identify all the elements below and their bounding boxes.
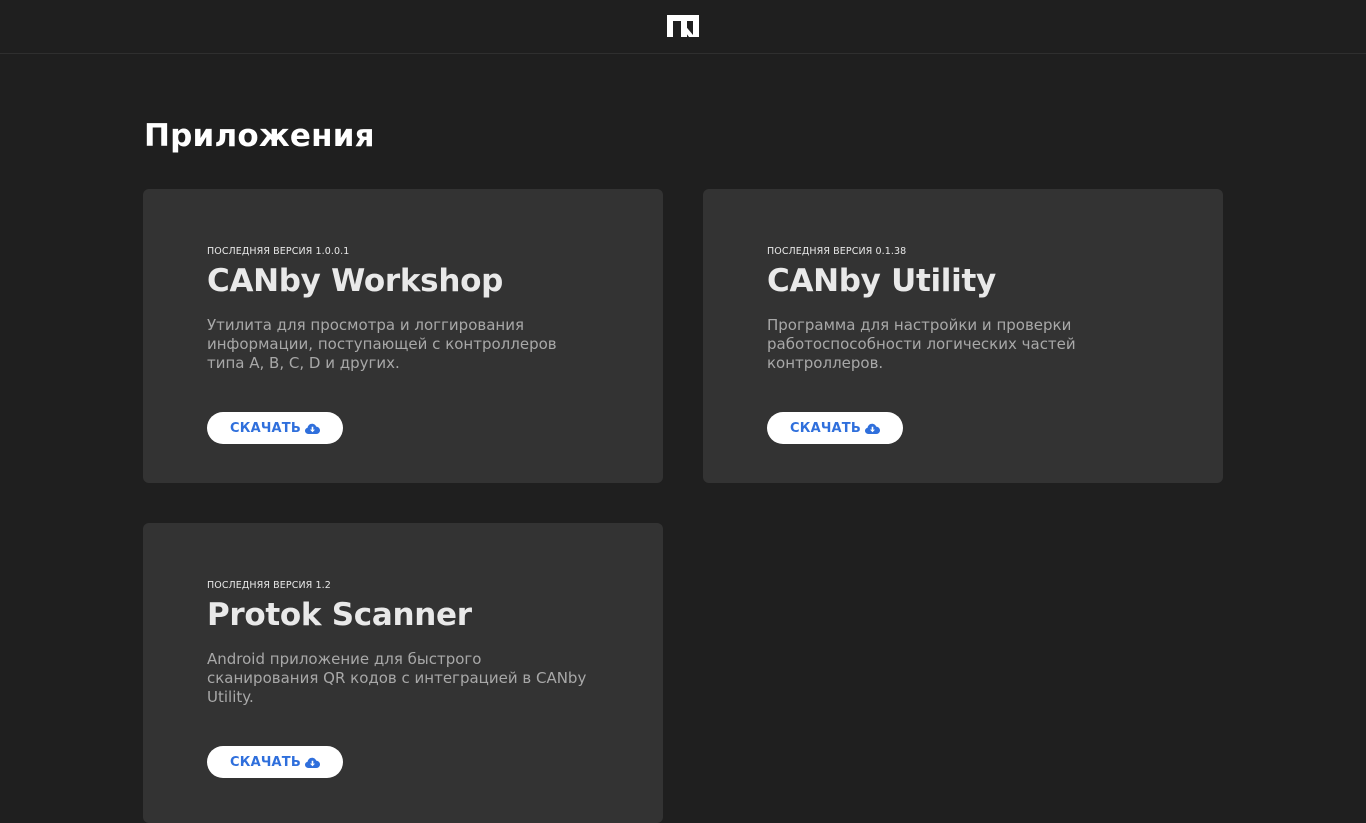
app-name: CANby Utility — [767, 263, 996, 299]
app-description: Программа для настройки и проверки работ… — [767, 316, 1076, 372]
download-button-label: СКАЧАТЬ — [230, 420, 301, 436]
home-logo-link[interactable] — [667, 14, 699, 37]
app-card-protok-scanner: ПОСЛЕДНЯЯ ВЕРСИЯ 1.2 Protok Scanner Andr… — [143, 523, 663, 823]
app-version: ПОСЛЕДНЯЯ ВЕРСИЯ 1.2 — [207, 580, 331, 591]
app-name: CANby Workshop — [207, 263, 503, 299]
download-button[interactable]: СКАЧАТЬ — [207, 746, 343, 778]
app-description: Утилита для просмотра и логгирования инф… — [207, 316, 557, 372]
cloud-download-icon — [304, 757, 320, 768]
download-button-label: СКАЧАТЬ — [230, 754, 301, 770]
app-version: ПОСЛЕДНЯЯ ВЕРСИЯ 0.1.38 — [767, 246, 907, 257]
page-title: Приложения — [144, 118, 375, 154]
app-card-canby-workshop: ПОСЛЕДНЯЯ ВЕРСИЯ 1.0.0.1 CANby Workshop … — [143, 189, 663, 483]
cloud-download-icon — [304, 423, 320, 434]
top-bar — [0, 0, 1366, 54]
app-card-canby-utility: ПОСЛЕДНЯЯ ВЕРСИЯ 0.1.38 CANby Utility Пр… — [703, 189, 1223, 483]
app-description: Android приложение для быстрого сканиров… — [207, 650, 587, 706]
app-version: ПОСЛЕДНЯЯ ВЕРСИЯ 1.0.0.1 — [207, 246, 350, 257]
download-button[interactable]: СКАЧАТЬ — [207, 412, 343, 444]
download-button-label: СКАЧАТЬ — [790, 420, 861, 436]
cloud-download-icon — [864, 423, 880, 434]
app-name: Protok Scanner — [207, 597, 472, 633]
protok-logo-icon — [667, 14, 699, 37]
download-button[interactable]: СКАЧАТЬ — [767, 412, 903, 444]
